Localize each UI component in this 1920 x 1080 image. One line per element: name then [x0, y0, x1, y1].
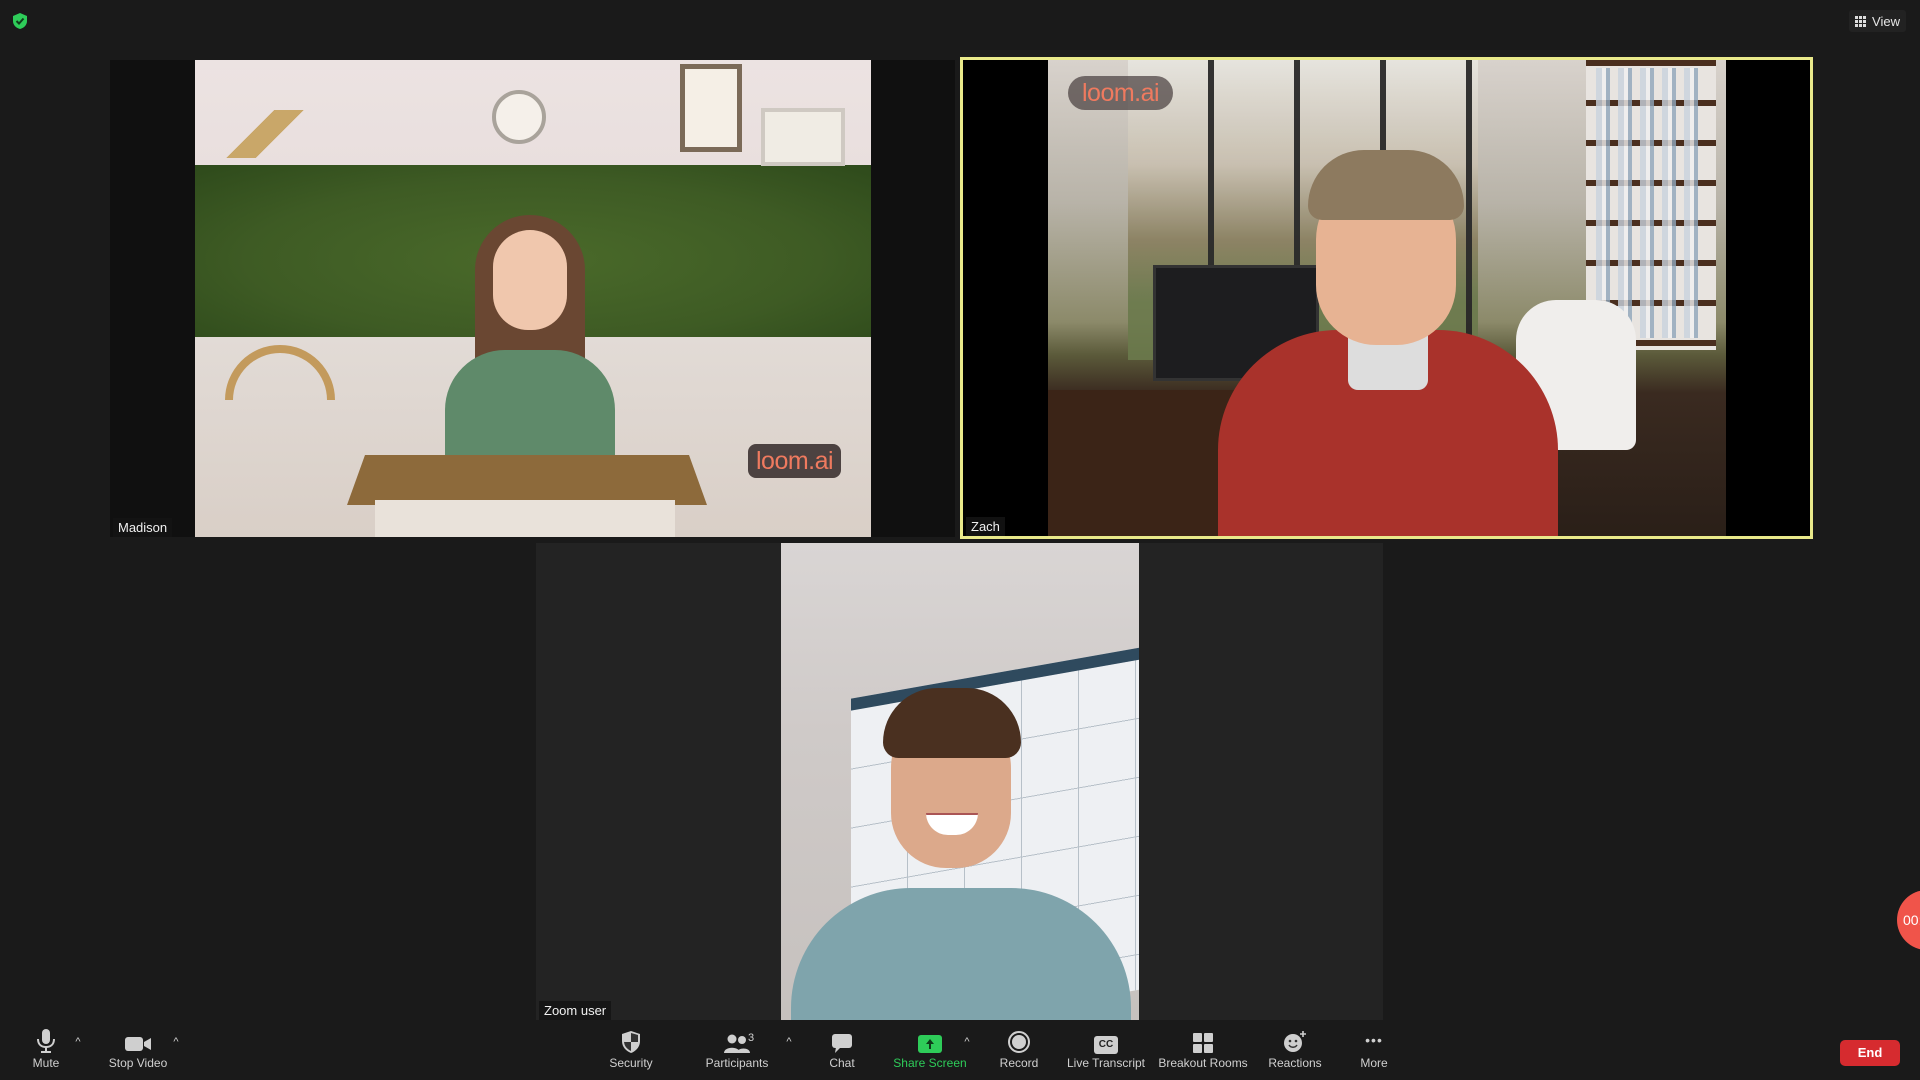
participants-count: 3: [748, 1032, 755, 1044]
ellipsis-icon-text: •••: [1365, 1032, 1383, 1048]
video-tile-zach-active-speaker[interactable]: loom.ai Zach: [960, 57, 1813, 539]
protractor: [225, 345, 335, 400]
record-button[interactable]: Record: [996, 1020, 1042, 1080]
share-screen-button[interactable]: Share Screen: [893, 1020, 967, 1080]
participant-name-label: Zoom user: [539, 1001, 612, 1020]
desk-base: [375, 500, 675, 537]
stop-video-button[interactable]: Stop Video: [106, 1020, 170, 1080]
books: [1596, 68, 1706, 338]
mute-button[interactable]: Mute: [22, 1020, 70, 1080]
mute-label: Mute: [32, 1056, 60, 1070]
triangle-ruler: [195, 110, 345, 158]
video-options-caret[interactable]: ^: [170, 1036, 182, 1048]
reactions-button[interactable]: Reactions: [1266, 1020, 1324, 1080]
security-button[interactable]: Security: [606, 1020, 656, 1080]
audio-options-caret[interactable]: ^: [72, 1036, 84, 1048]
share-screen-label: Share Screen: [893, 1056, 967, 1070]
record-circle-icon: [1007, 1020, 1031, 1054]
loom-ai-watermark: loom.ai: [748, 444, 842, 478]
chat-bubble-icon: [831, 1020, 853, 1054]
share-arrow-up-icon: [918, 1020, 942, 1054]
smiley-plus-icon: [1282, 1020, 1308, 1054]
participants-options-caret[interactable]: ^: [783, 1036, 795, 1048]
live-transcript-button[interactable]: CC Live Transcript: [1066, 1020, 1146, 1080]
microphone-icon: [35, 1020, 57, 1054]
loom-ai-watermark: loom.ai: [1068, 76, 1174, 110]
participants-label: Participants: [705, 1056, 769, 1070]
ellipsis-icon: •••: [1365, 1020, 1383, 1054]
meeting-toolbar: Mute ^ Stop Video ^ Security 3 Participa…: [0, 1020, 1920, 1080]
participant-name-label: Madison: [113, 518, 173, 537]
participant-name-label: Zach: [966, 517, 1005, 536]
view-button[interactable]: View: [1849, 10, 1906, 32]
school-desk: [347, 455, 707, 505]
cc-icon: CC: [1094, 1020, 1118, 1054]
live-transcript-label: Live Transcript: [1066, 1056, 1146, 1070]
grid-icon: [1855, 15, 1867, 27]
wall-clock: [492, 90, 546, 144]
video-feed-zoom-user: [781, 543, 1139, 1020]
video-feed-zach: loom.ai: [1048, 60, 1726, 536]
shield-icon: [621, 1020, 641, 1054]
recording-timer-bubble[interactable]: 00:: [1897, 890, 1920, 950]
chat-label: Chat: [829, 1056, 855, 1070]
cc-icon-text: CC: [1094, 1036, 1118, 1054]
reactions-label: Reactions: [1268, 1056, 1322, 1070]
share-options-caret[interactable]: ^: [961, 1036, 973, 1048]
more-label: More: [1360, 1056, 1388, 1070]
stop-video-label: Stop Video: [108, 1056, 168, 1070]
video-feed-madison: loom.ai: [195, 60, 871, 537]
avatar-face: [493, 230, 567, 330]
more-button[interactable]: ••• More: [1355, 1020, 1393, 1080]
participants-button[interactable]: 3 Participants: [703, 1020, 771, 1080]
video-tile-madison[interactable]: loom.ai Madison: [110, 60, 955, 537]
four-squares-icon: [1192, 1020, 1214, 1054]
chat-button[interactable]: Chat: [822, 1020, 862, 1080]
video-camera-icon: [124, 1020, 152, 1054]
security-label: Security: [609, 1056, 653, 1070]
video-tile-zoom-user[interactable]: Zoom user: [536, 543, 1383, 1020]
wall-sign: [761, 108, 845, 166]
avatar-hair: [1308, 150, 1464, 220]
end-meeting-button[interactable]: End: [1840, 1040, 1900, 1066]
view-button-label: View: [1872, 13, 1900, 29]
record-label: Record: [999, 1056, 1039, 1070]
breakout-rooms-button[interactable]: Breakout Rooms: [1158, 1020, 1248, 1080]
encryption-shield-icon[interactable]: [12, 12, 28, 30]
picture-frame: [680, 64, 742, 152]
people-icon: 3: [723, 1020, 755, 1054]
breakout-rooms-label: Breakout Rooms: [1158, 1056, 1248, 1070]
